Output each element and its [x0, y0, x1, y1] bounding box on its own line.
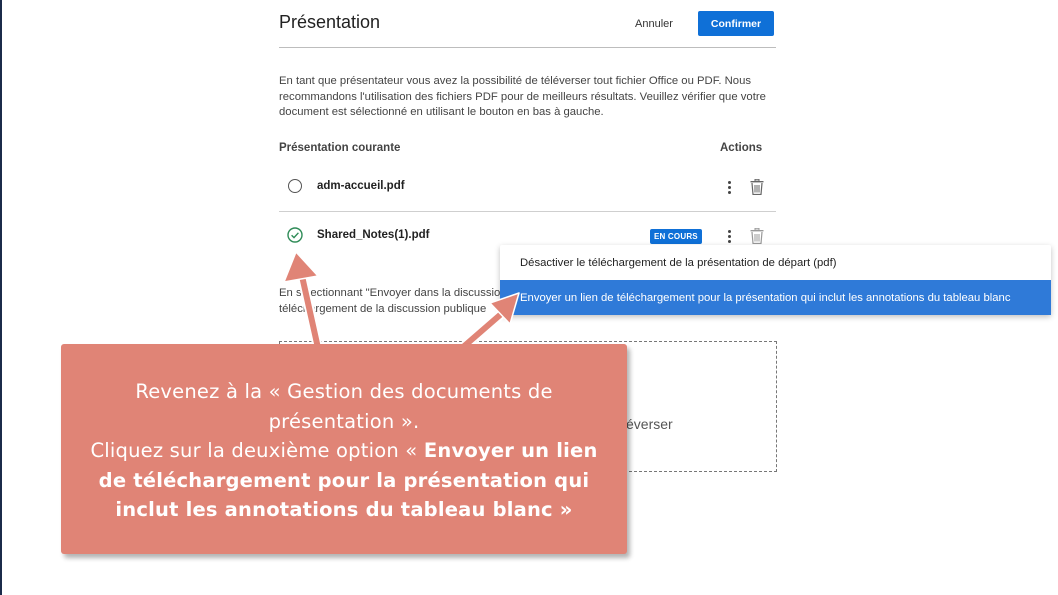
menu-item-send-annotated-download-link[interactable]: Envoyer un lien de téléchargement pour l… [500, 280, 1051, 315]
instruction-line: inclut les annotations du tableau blanc … [115, 498, 573, 521]
download-info-text: En sélectionnant "Envoyer dans la discus… [279, 286, 509, 317]
page-title: Présentation [279, 12, 381, 32]
file-name: adm-accueil.pdf [317, 180, 405, 192]
context-menu: Désactiver le téléchargement de la prése… [500, 245, 1051, 315]
instruction-line: Revenez à la « Gestion des documents de [135, 380, 553, 403]
instruction-line: présentation ». [268, 409, 420, 433]
confirm-button[interactable]: Confirmer [698, 11, 774, 36]
window-left-border [0, 0, 2, 595]
instruction-line: Cliquez sur la deuxième option « Envoyer… [61, 436, 627, 466]
instruction-text: Revenez à la « Gestion des documents de … [61, 377, 627, 525]
trash-icon[interactable] [750, 179, 764, 195]
instruction-text-normal: Cliquez sur la deuxième option « [90, 439, 424, 462]
menu-item-disable-original-download[interactable]: Désactiver le téléchargement de la prése… [500, 245, 1051, 280]
instruction-line: de téléchargement pour la présentation q… [98, 468, 590, 492]
more-options-icon[interactable] [726, 228, 732, 244]
row-divider [279, 211, 776, 212]
check-circle-icon[interactable] [287, 227, 303, 243]
trash-icon[interactable] [750, 228, 764, 244]
instruction-callout: Revenez à la « Gestion des documents de … [61, 344, 627, 554]
header-divider [279, 47, 776, 48]
dropzone-label: éverser [626, 416, 673, 432]
status-badge: EN COURS [650, 229, 702, 244]
file-name: Shared_Notes(1).pdf [317, 229, 430, 241]
radio-unselected-icon[interactable] [288, 179, 302, 193]
column-actions: Actions [720, 142, 763, 154]
column-current-presentation: Présentation courante [279, 142, 401, 154]
presentation-description: En tant que présentateur vous avez la po… [279, 75, 766, 118]
download-info-line: En sélectionnant "Envoyer dans la discus… [279, 287, 507, 299]
cancel-button[interactable]: Annuler [626, 12, 682, 36]
more-options-icon[interactable] [726, 179, 732, 195]
instruction-text-bold: Envoyer un lien [423, 439, 598, 462]
download-info-line: téléchargement de la discussion publique [279, 302, 487, 315]
